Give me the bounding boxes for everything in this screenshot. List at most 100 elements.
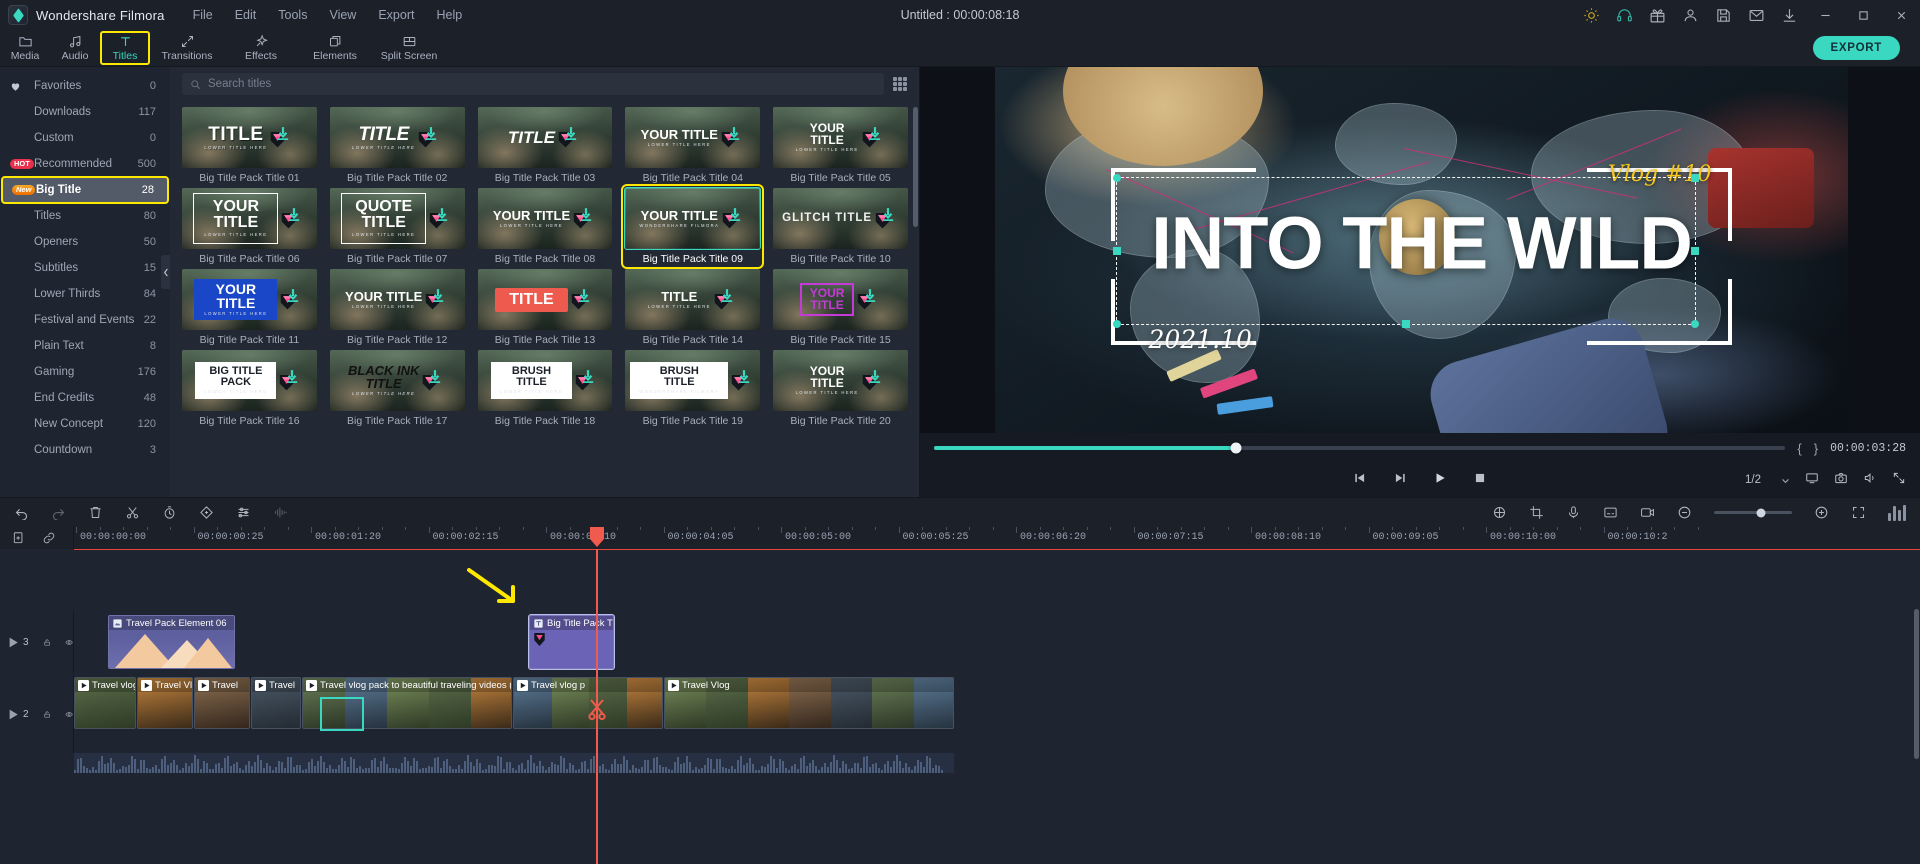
speed-clock-icon[interactable]	[162, 505, 177, 520]
download-arrow-icon[interactable]	[286, 369, 298, 384]
menu-edit[interactable]: Edit	[235, 8, 257, 22]
download-arrow-icon[interactable]	[869, 369, 881, 384]
menu-view[interactable]: View	[329, 8, 356, 22]
download-arrow-icon[interactable]	[738, 369, 750, 384]
screen-record-icon[interactable]	[1640, 505, 1655, 520]
expand-icon[interactable]	[1892, 471, 1906, 490]
ruler-playhead-handle[interactable]	[590, 527, 604, 547]
keyframe-diamond-icon[interactable]	[199, 505, 214, 520]
menu-export[interactable]: Export	[378, 8, 414, 22]
clip-video[interactable]: Travel	[194, 677, 250, 729]
clip-video[interactable]: Travel vlog	[74, 677, 136, 729]
tab-elements[interactable]: Elements	[298, 30, 372, 66]
sidebar-item-gaming[interactable]: Gaming 176	[0, 359, 170, 385]
tab-audio[interactable]: Audio	[50, 30, 100, 66]
download-arrow-icon[interactable]	[582, 369, 594, 384]
sidebar-item-custom[interactable]: Custom 0	[0, 125, 170, 151]
split-scissors-icon[interactable]	[125, 505, 140, 520]
subtitle-icon[interactable]	[1603, 505, 1618, 520]
download-arrow-icon[interactable]	[565, 126, 577, 141]
library-scrollbar[interactable]	[913, 107, 918, 227]
download-arrow-icon[interactable]	[277, 126, 289, 141]
fullscreen-display-icon[interactable]	[1805, 471, 1819, 490]
tab-titles[interactable]: Titles	[100, 31, 150, 65]
download-arrow-icon[interactable]	[425, 126, 437, 141]
tab-transitions[interactable]: Transitions	[150, 30, 224, 66]
download-arrow-icon[interactable]	[869, 126, 881, 141]
title-preset-cell[interactable]: YOUR TITLE Big Title Pack Title 15	[773, 269, 908, 346]
track-2-eye-icon[interactable]	[65, 708, 73, 721]
title-preset-cell[interactable]: YOUR TITLE LOWER TITLE HERE Big Title Pack…	[329, 269, 465, 346]
sidebar-item-subtitles[interactable]: Subtitles 15	[0, 255, 170, 281]
download-arrow-icon[interactable]	[436, 207, 448, 222]
download-arrow-icon[interactable]	[432, 288, 444, 303]
snapshot-camera-icon[interactable]	[1834, 471, 1848, 490]
sidebar-item-recommended[interactable]: HOT Recommended 500	[0, 151, 170, 177]
menu-file[interactable]: File	[193, 8, 213, 22]
effects-icon[interactable]	[1492, 505, 1507, 520]
handle-bottom-left[interactable]	[1113, 320, 1122, 329]
delete-icon[interactable]	[88, 505, 103, 520]
audio-waveform[interactable]	[74, 753, 954, 773]
mark-in-button[interactable]: {	[1797, 441, 1801, 456]
sidebar-item-big-title[interactable]: New Big Title 28	[1, 176, 169, 204]
title-preset-cell[interactable]: YOUR TITLE WONDERSHARE FILMORA Big Title P…	[621, 184, 765, 269]
track-2-lock-icon[interactable]	[43, 708, 51, 721]
download-arrow-icon[interactable]	[287, 288, 299, 303]
close-button[interactable]	[1890, 4, 1912, 26]
download-arrow-icon[interactable]	[728, 126, 740, 141]
sidebar-item-openers[interactable]: Openers 50	[0, 229, 170, 255]
clip-video[interactable]: Travel	[251, 677, 301, 729]
sidebar-item-lower-thirds[interactable]: Lower Thirds 84	[0, 281, 170, 307]
title-preset-cell[interactable]: TITLE LOWER TITLE HERE Big Title Pack Titl…	[625, 269, 761, 346]
gift-icon[interactable]	[1649, 7, 1666, 24]
title-preset-cell[interactable]: TITLE Big Title Pack Title 13	[477, 269, 613, 346]
track-3-eye-icon[interactable]	[65, 636, 73, 649]
mail-icon[interactable]	[1748, 7, 1765, 24]
sidebar-item-end-credits[interactable]: End Credits 48	[0, 385, 170, 411]
track-2-lane[interactable]: Travel vlog Travel Vl Travel Travel Travel v…	[74, 675, 1920, 773]
mark-out-button[interactable]: }	[1814, 441, 1818, 456]
title-preset-cell[interactable]: BIG TITLE PACK LOWER TITLE HERE Big Title P…	[182, 350, 317, 427]
volume-icon[interactable]	[1863, 471, 1877, 490]
download-arrow-icon[interactable]	[721, 288, 733, 303]
audio-waveform-icon[interactable]	[273, 505, 288, 520]
tab-split-screen[interactable]: Split Screen	[372, 30, 446, 66]
zoom-in-icon[interactable]	[1814, 505, 1829, 520]
menu-tools[interactable]: Tools	[278, 8, 307, 22]
title-preset-cell[interactable]: YOUR TITLE LOWER TITLE HERE Big Title Pack …	[182, 188, 317, 265]
sidebar-item-new-concept[interactable]: New Concept 120	[0, 411, 170, 437]
title-preset-cell[interactable]: YOUR TITLE LOWER TITLE HERE Big Title Pack …	[182, 269, 317, 346]
sidebar-item-downloads[interactable]: Downloads 117	[0, 99, 170, 125]
title-preset-cell[interactable]: TITLE LOWER TITLE HERE Big Title Pack Titl…	[182, 107, 317, 184]
render-bar-icon[interactable]	[1888, 504, 1906, 521]
grid-view-toggle[interactable]	[892, 76, 908, 92]
timeline-ruler[interactable]: 00:00:00:00 00:00:00:25 00:00:01:20 00:00:0…	[74, 527, 1920, 549]
clip-travel-pack-element[interactable]: Travel Pack Element 06	[108, 615, 235, 669]
sidebar-item-countdown[interactable]: Countdown 3	[0, 437, 170, 463]
zoom-out-icon[interactable]	[1677, 505, 1692, 520]
sidebar-collapse-toggle[interactable]	[161, 255, 170, 289]
download-arrow-icon[interactable]	[580, 207, 592, 222]
text-selection-box[interactable]	[1113, 173, 1700, 329]
sidebar-item-plain-text[interactable]: Plain Text 8	[0, 333, 170, 359]
title-preset-cell[interactable]: TITLE Big Title Pack Title 03	[477, 107, 613, 184]
seek-knob[interactable]	[1230, 442, 1242, 454]
download-arrow-icon[interactable]	[288, 207, 300, 222]
search-field-wrapper[interactable]	[182, 73, 884, 95]
next-frame-button[interactable]	[1393, 471, 1407, 490]
title-preset-cell[interactable]: GLITCH TITLE Big Title Pack Title 10	[773, 188, 908, 265]
zoom-slider-knob[interactable]	[1756, 508, 1766, 517]
title-preset-cell[interactable]: TITLE LOWER TITLE HERE Big Title Pack Titl…	[329, 107, 465, 184]
play-button[interactable]	[1433, 471, 1447, 490]
undo-icon[interactable]	[14, 505, 29, 520]
selected-frame-marker[interactable]	[320, 697, 364, 731]
track-3-lock-icon[interactable]	[43, 636, 51, 649]
tab-effects[interactable]: Effects	[224, 30, 298, 66]
handle-top-left[interactable]	[1113, 173, 1122, 182]
clip-big-title-pack-title[interactable]: Big Title Pack Title	[528, 614, 615, 670]
stop-button[interactable]	[1473, 471, 1487, 490]
handle-middle-left[interactable]	[1113, 246, 1122, 255]
title-preset-cell[interactable]: BRUSH TITLE LOWER TITLE HERE Big Title Pack…	[477, 350, 613, 427]
title-preset-cell[interactable]: QUOTE TITLE LOWER TITLE HERE Big Title Pack…	[329, 188, 465, 265]
